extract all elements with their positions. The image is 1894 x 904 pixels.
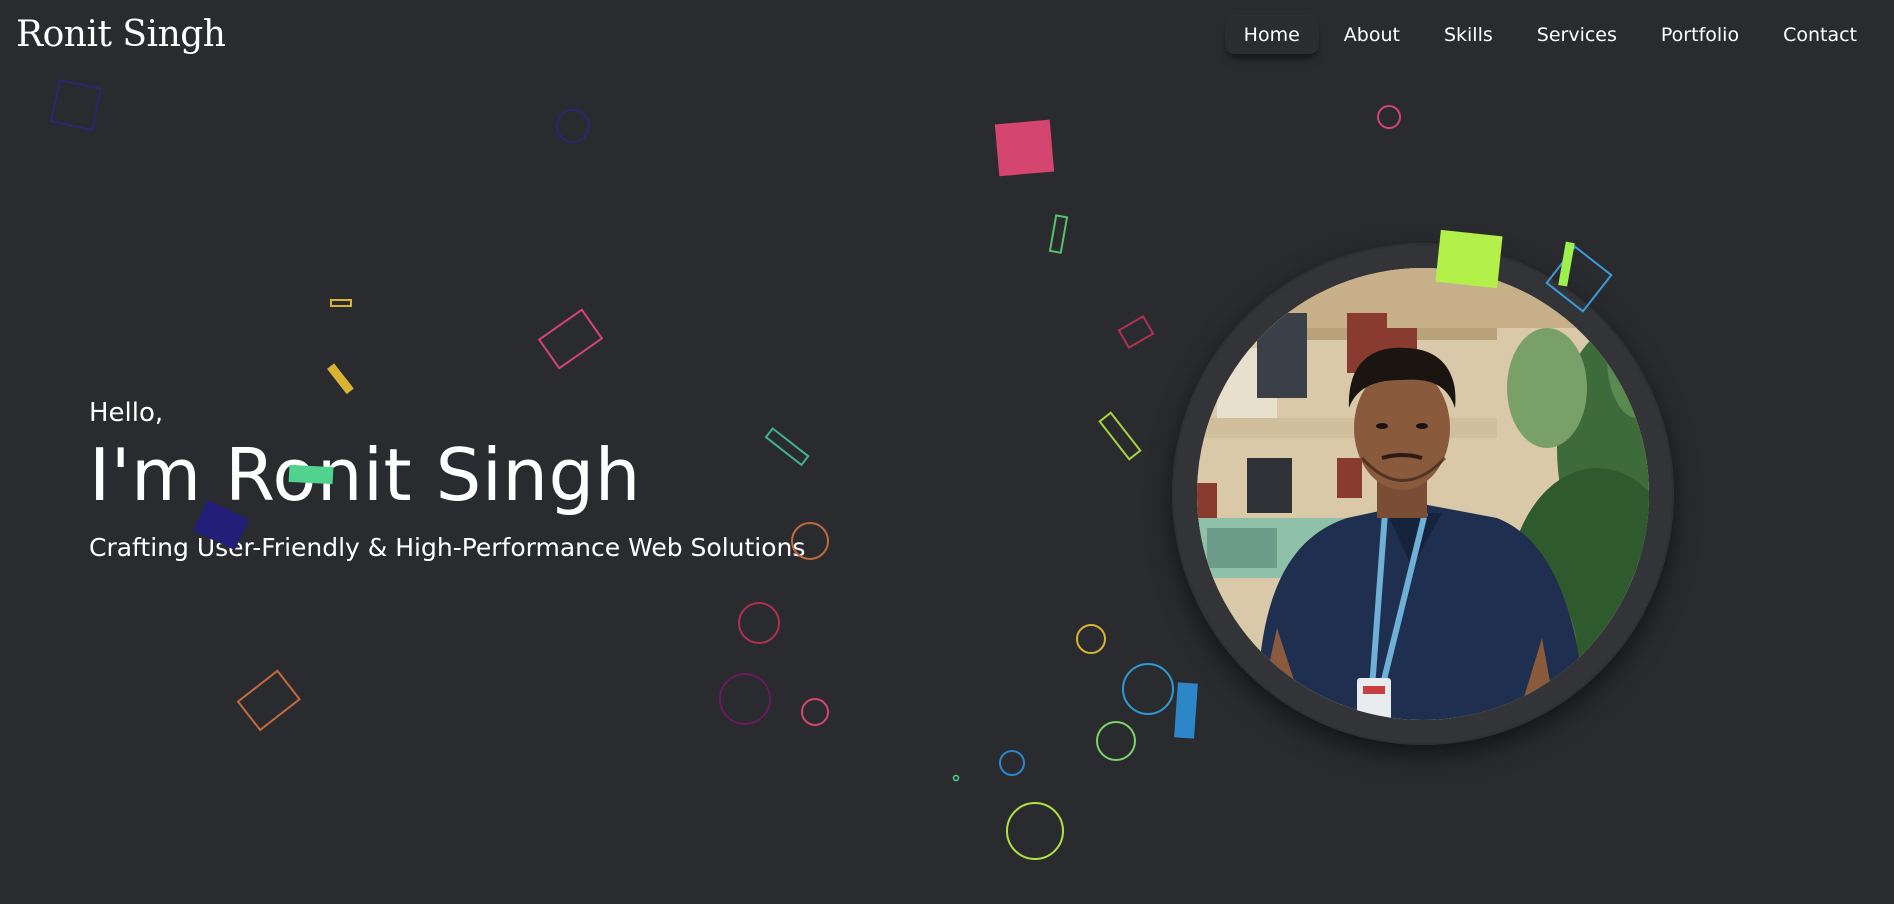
shape-rect-filled xyxy=(1174,682,1198,739)
shape-rect-outline xyxy=(330,299,352,307)
nav-contact[interactable]: Contact xyxy=(1764,16,1876,54)
shape-rect-outline xyxy=(537,308,604,370)
shape-circle-outline xyxy=(999,750,1025,776)
shape-circle-outline xyxy=(1122,663,1174,715)
page: Ronit Singh Home About Skills Services P… xyxy=(0,0,1894,904)
shape-rect-filled xyxy=(326,363,354,395)
main-nav: Home About Skills Services Portfolio Con… xyxy=(1224,16,1876,54)
shape-circle-outline xyxy=(801,698,829,726)
hero-tagline: Crafting User-Friendly & High-Performanc… xyxy=(89,533,806,563)
nav-portfolio[interactable]: Portfolio xyxy=(1642,16,1758,54)
shape-circle-outline xyxy=(1096,721,1136,761)
hero-greeting: Hello, xyxy=(89,398,164,428)
nav-skills[interactable]: Skills xyxy=(1425,16,1512,54)
shape-circle-outline xyxy=(1377,105,1401,129)
shape-rect-outline xyxy=(1048,214,1069,254)
shape-square-filled xyxy=(994,119,1055,177)
shape-circle-outline xyxy=(1076,624,1106,654)
shape-rect-outline xyxy=(1117,314,1155,350)
profile-photo xyxy=(1197,268,1649,720)
shape-circle-outline xyxy=(738,602,780,644)
profile-photo-frame xyxy=(1172,243,1674,745)
shape-circle-outline xyxy=(556,109,590,143)
shape-rect-outline xyxy=(236,669,301,732)
site-logo[interactable]: Ronit Singh xyxy=(16,14,226,55)
hero-section: Hello, I'm Ronit Singh Crafting User-Fri… xyxy=(89,400,805,563)
shape-rect-filled xyxy=(1558,241,1575,287)
hero-title: I'm Ronit Singh xyxy=(89,433,641,517)
shape-circle-outline xyxy=(1006,802,1064,860)
shape-rect-outline xyxy=(1098,411,1142,461)
shape-circle-outline xyxy=(719,673,771,725)
shape-circle-outline xyxy=(952,774,960,782)
nav-services[interactable]: Services xyxy=(1518,16,1636,54)
shape-square-outline xyxy=(49,78,103,132)
nav-about[interactable]: About xyxy=(1325,16,1419,54)
nav-home[interactable]: Home xyxy=(1224,16,1319,54)
